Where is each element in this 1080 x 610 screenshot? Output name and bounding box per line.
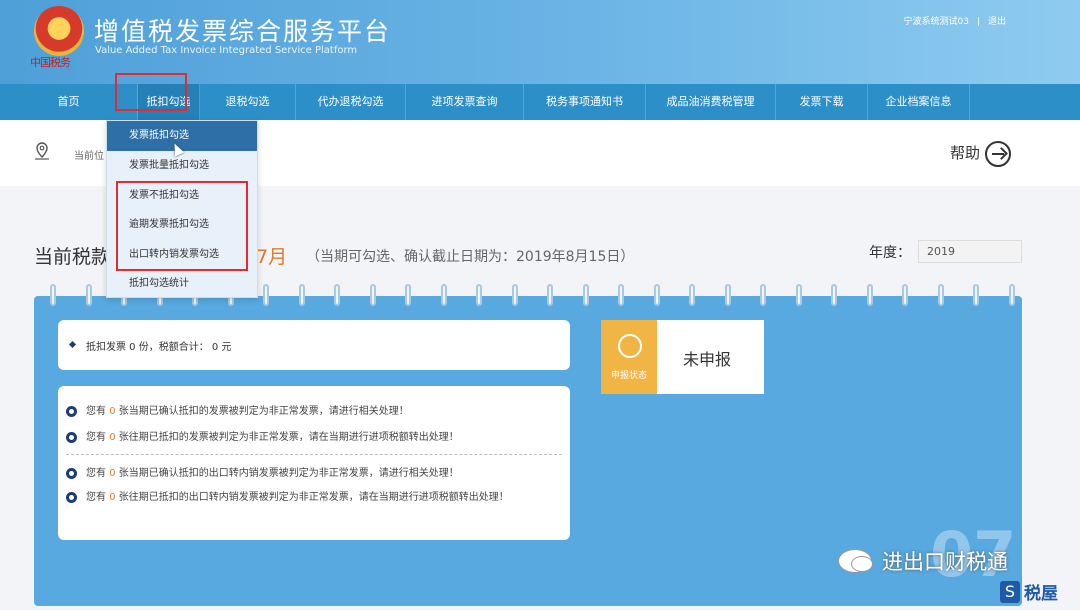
nav-invoice-download[interactable]: 发票下载 xyxy=(776,84,868,120)
year-select[interactable]: 2019 xyxy=(918,240,1022,263)
wechat-watermark: 进出口财税通 xyxy=(838,546,1008,576)
logout-link[interactable]: 退出 xyxy=(988,17,1006,27)
calendar-ring xyxy=(760,284,766,306)
platform-subtitle: Value Added Tax Invoice Integrated Servi… xyxy=(95,45,358,56)
calendar-ring xyxy=(902,284,908,306)
calendar-ring xyxy=(511,284,518,306)
wechat-icon xyxy=(838,549,873,573)
status-badge: 申报状态 xyxy=(601,320,657,394)
notice-divider xyxy=(66,454,562,455)
notice-bullet-icon xyxy=(66,406,77,417)
current-period-month: 7月 xyxy=(256,246,288,268)
period-deadline-note: （当期可勾选、确认截止日期为：2019年8月15日） xyxy=(306,249,635,265)
status-label: 申报状态 xyxy=(610,371,647,381)
nav-input-invoice-query[interactable]: 进项发票查询 xyxy=(406,84,524,120)
calendar-ring xyxy=(50,284,56,306)
nav-agent-refund-select[interactable]: 代办退税勾选 xyxy=(296,84,406,120)
arrow-right-circle-icon[interactable] xyxy=(985,141,1011,167)
declaration-status-card: 申报状态 未申报 xyxy=(601,320,764,394)
highlight-box-nav xyxy=(115,73,187,111)
calendar-ring xyxy=(582,284,589,306)
tax-emblem-logo: ★ xyxy=(34,6,84,56)
calendar-ring xyxy=(866,284,873,306)
brand-watermark: S 税屋 xyxy=(1000,579,1058,604)
notice-bullet-icon xyxy=(66,432,77,443)
platform-title: 增值税发票综合服务平台 xyxy=(94,17,392,46)
calendar-ring xyxy=(547,284,553,306)
status-value: 未申报 xyxy=(683,350,732,369)
star-icon: ★ xyxy=(52,20,65,36)
help-link[interactable]: 帮助 xyxy=(950,142,980,163)
calendar-ring xyxy=(653,284,660,306)
calendar-ring xyxy=(334,284,340,306)
menu-item-batch-deduction[interactable]: 发票批量抵扣勾选 xyxy=(107,151,257,181)
header: ★ 中国税务 增值税发票综合服务平台 Value Added Tax Invoi… xyxy=(0,0,1080,84)
user-area: 宁波系统测试03 | 退出 xyxy=(899,14,1010,27)
deduction-summary-card: 抵扣发票 0 份，税额合计： 0 元 xyxy=(58,320,570,370)
year-label: 年度： xyxy=(869,245,911,261)
calendar-ring xyxy=(369,284,376,306)
calendar-ring xyxy=(724,284,731,306)
highlight-box-menu xyxy=(116,181,248,271)
abnormal-invoice-notices: 您有 0 张当期已确认抵扣的发票被判定为非正常发票，请进行相关处理！ 您有 0 … xyxy=(58,386,570,540)
calendar-ring xyxy=(831,284,837,306)
calendar-ring xyxy=(298,284,305,306)
calendar-ring xyxy=(440,284,447,306)
calendar-ring xyxy=(618,284,624,306)
separator: | xyxy=(976,17,980,27)
diamond-bullet-icon xyxy=(68,340,77,349)
current-period-title: 当前税款 xyxy=(34,246,111,268)
nav-oil-tax-management[interactable]: 成品油消费税管理 xyxy=(646,84,776,120)
wechat-account-name: 进出口财税通 xyxy=(882,550,1008,574)
user-status-icon xyxy=(618,334,642,358)
calendar-ring xyxy=(795,284,802,306)
notice-bullet-icon xyxy=(66,492,77,503)
menu-item-deduction-statistics[interactable]: 抵扣勾选统计 xyxy=(107,269,257,299)
calendar-ring xyxy=(937,284,944,306)
brand-logo-icon: S xyxy=(1000,580,1020,603)
calendar-ring xyxy=(1008,284,1015,306)
deduction-summary: 抵扣发票 0 份，税额合计： 0 元 xyxy=(86,342,232,353)
brand-name: 税屋 xyxy=(1024,584,1058,604)
calendar-ring xyxy=(405,284,411,306)
calendar-ring xyxy=(973,284,979,306)
calendar-ring xyxy=(85,284,92,306)
nav-refund-select[interactable]: 退税勾选 xyxy=(200,84,296,120)
logo-caption: 中国税务 xyxy=(30,56,71,69)
menu-item-invoice-deduction[interactable]: 发票抵扣勾选 xyxy=(107,121,257,151)
nav-tax-notice[interactable]: 税务事项通知书 xyxy=(524,84,646,120)
calendar-ring xyxy=(263,284,269,306)
nav-company-profile[interactable]: 企业档案信息 xyxy=(868,84,970,120)
calendar-ring xyxy=(689,284,695,306)
breadcrumb: 当前位 xyxy=(74,151,104,162)
notice-bullet-icon xyxy=(66,468,77,479)
username-link[interactable]: 宁波系统测试03 xyxy=(903,17,968,27)
location-pin-icon xyxy=(35,142,49,160)
calendar-ring xyxy=(476,284,482,306)
